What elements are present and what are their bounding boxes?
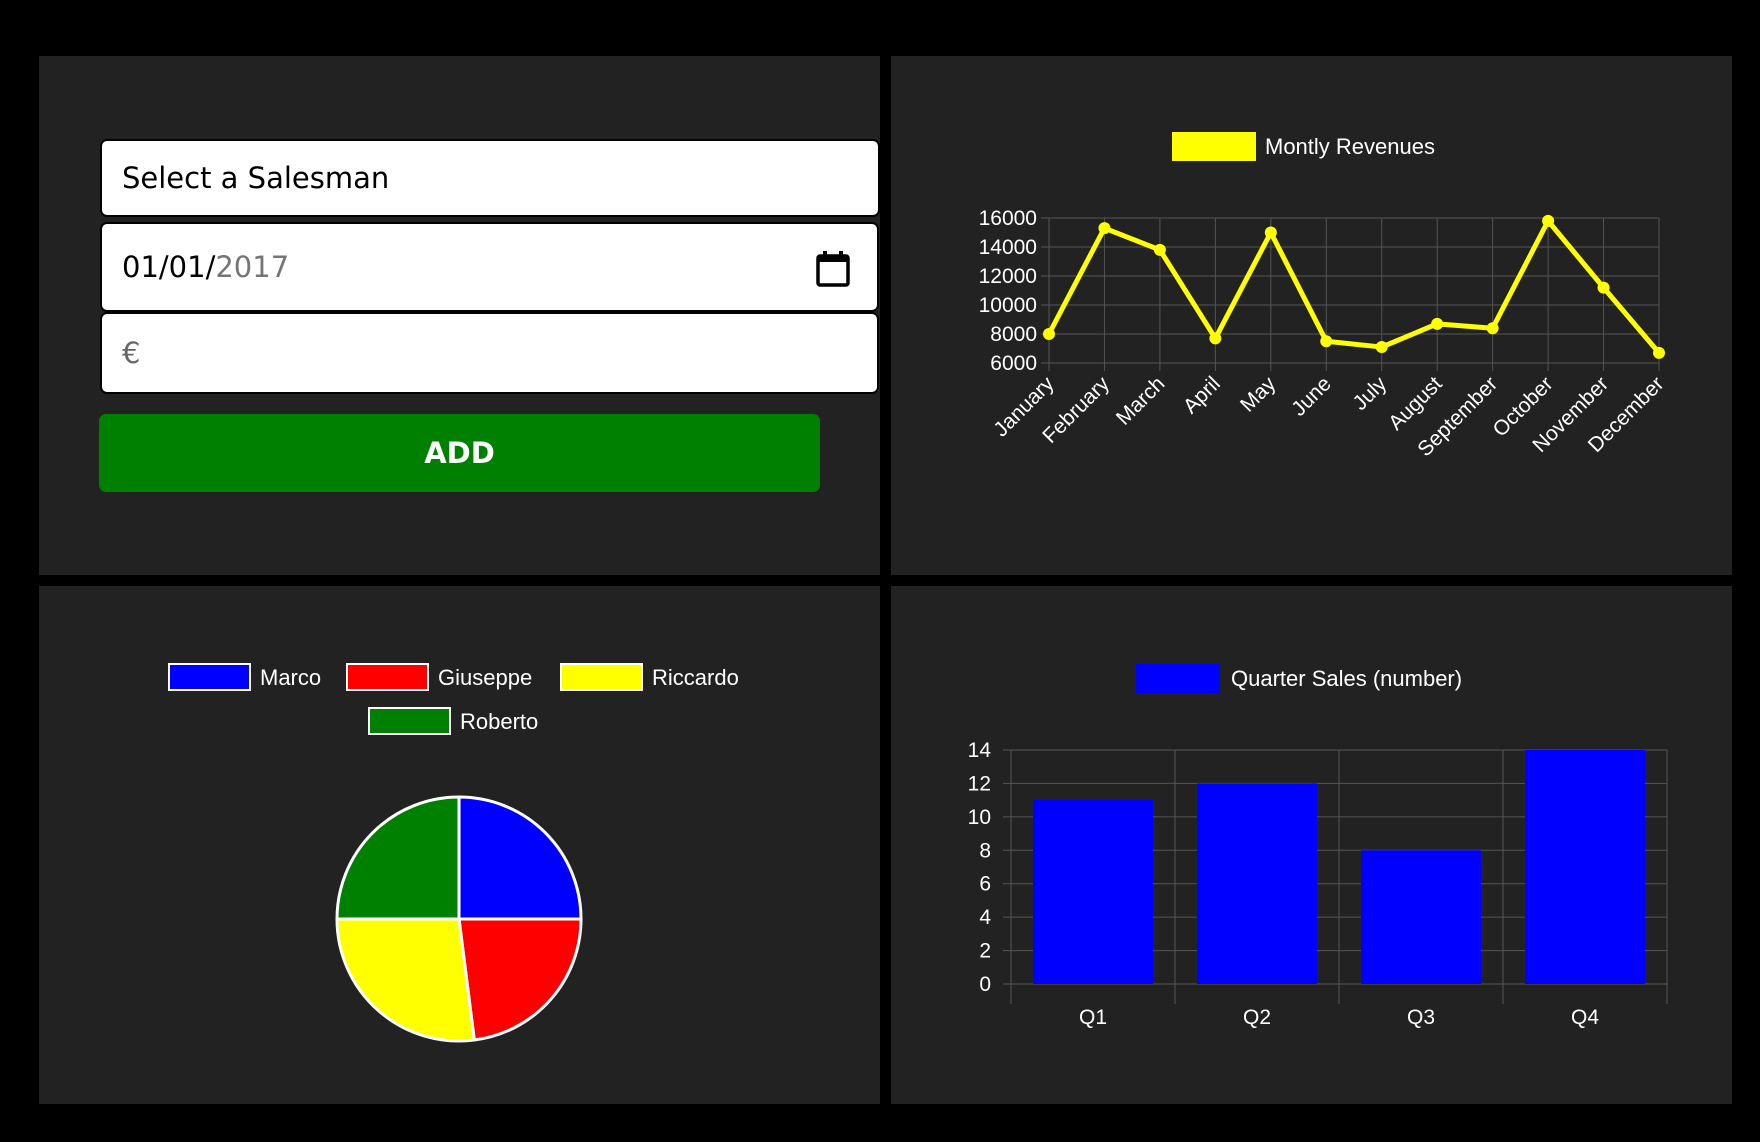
x-tick-label: March <box>1112 372 1170 430</box>
data-point <box>1542 214 1555 227</box>
data-point <box>1153 243 1166 256</box>
pie-slice-roberto <box>335 795 461 921</box>
y-tick-label: 14000 <box>979 236 1037 259</box>
revenue-chart-panel: Montly Revenues 6000 8000 10000 12000 14000 16… <box>891 56 1732 575</box>
legend-swatch-giuseppe <box>346 663 429 691</box>
y-tick-label: 14 <box>968 739 992 762</box>
y-tick-label: 6000 <box>990 352 1037 375</box>
legend-label-marco: Marco <box>260 665 321 690</box>
data-point <box>1264 226 1277 239</box>
legend-label-roberto: Roberto <box>460 709 538 734</box>
legend-swatch-roberto <box>368 707 451 735</box>
revenue-series-line <box>1046 218 1661 355</box>
revenue-line-chart: Montly Revenues 6000 8000 10000 12000 14000 16… <box>979 132 1669 461</box>
x-tick-label: May <box>1236 372 1281 417</box>
data-point <box>1209 332 1222 345</box>
date-day-month: 01/01/ <box>122 250 216 284</box>
legend-swatch-quarter <box>1136 664 1220 693</box>
date-year: 2017 <box>215 250 290 284</box>
bar-q2 <box>1197 783 1317 984</box>
data-point <box>1320 335 1333 348</box>
x-tick-label: Q4 <box>1571 1006 1599 1029</box>
legend-swatch-riccardo <box>560 663 643 691</box>
bar-q4 <box>1525 750 1645 984</box>
y-tick-label: 8 <box>979 839 991 862</box>
add-button[interactable]: ADD <box>99 414 820 492</box>
y-tick-label: 2 <box>979 940 991 963</box>
quarter-chart-panel: Quarter Sales (number) 0 2 4 6 8 10 12 14 Q1 Q2 Q3 Q… <box>891 586 1732 1104</box>
pie-slice-giuseppe <box>457 917 583 1042</box>
data-point <box>1375 341 1388 354</box>
x-tick-label: April <box>1179 372 1225 418</box>
y-tick-label: 10 <box>968 806 991 829</box>
y-tick-label: 0 <box>979 973 991 996</box>
euro-prefix: € <box>122 336 141 370</box>
bar-q3 <box>1361 850 1481 984</box>
bar-q1 <box>1033 800 1153 984</box>
y-tick-label: 6 <box>979 873 991 896</box>
pie-slice-riccardo <box>335 917 476 1043</box>
y-tick-label: 8000 <box>990 323 1037 346</box>
y-tick-label: 12000 <box>979 265 1037 288</box>
y-tick-label: 10000 <box>979 294 1037 317</box>
y-tick-label: 4 <box>979 906 991 929</box>
legend-swatch-revenue <box>1172 132 1256 161</box>
legend-swatch-marco <box>168 663 251 691</box>
salesman-pie-panel: Marco Giuseppe Riccardo Roberto <box>39 586 880 1104</box>
x-tick-label: Q1 <box>1079 1006 1107 1029</box>
x-tick-label: July <box>1349 372 1392 415</box>
salesman-select[interactable]: Select a Salesman <box>100 139 880 217</box>
quarter-bar-chart: Quarter Sales (number) 0 2 4 6 8 10 12 14 Q1 Q2 Q3 Q… <box>968 664 1668 1029</box>
legend-label-riccardo: Riccardo <box>652 665 739 690</box>
data-point <box>1431 317 1444 330</box>
data-point <box>1098 222 1111 235</box>
x-tick-label: June <box>1287 372 1335 420</box>
y-tick-label: 12 <box>968 772 991 795</box>
data-point <box>1597 281 1610 294</box>
add-button-label: ADD <box>424 436 495 470</box>
data-point <box>1043 328 1055 340</box>
x-tick-label: Q3 <box>1407 1006 1435 1029</box>
legend-label-revenue: Montly Revenues <box>1265 134 1435 159</box>
y-tick-label: 16000 <box>979 207 1037 230</box>
legend-label-giuseppe: Giuseppe <box>438 665 532 690</box>
pie-slice-marco <box>457 795 583 921</box>
x-tick-label: Q2 <box>1243 1006 1271 1029</box>
data-point <box>1486 322 1499 335</box>
data-point <box>1653 346 1665 359</box>
salesman-select-label: Select a Salesman <box>122 161 390 195</box>
date-input[interactable]: 01/01/2017 <box>100 222 879 312</box>
legend-label-quarter: Quarter Sales (number) <box>1231 666 1462 691</box>
salesman-pie-chart: Marco Giuseppe Riccardo Roberto <box>168 663 739 1043</box>
amount-input[interactable]: € <box>100 312 879 394</box>
sales-form-panel: Select a Salesman 01/01/2017 € ADD <box>39 56 880 575</box>
calendar-icon[interactable] <box>815 250 851 288</box>
